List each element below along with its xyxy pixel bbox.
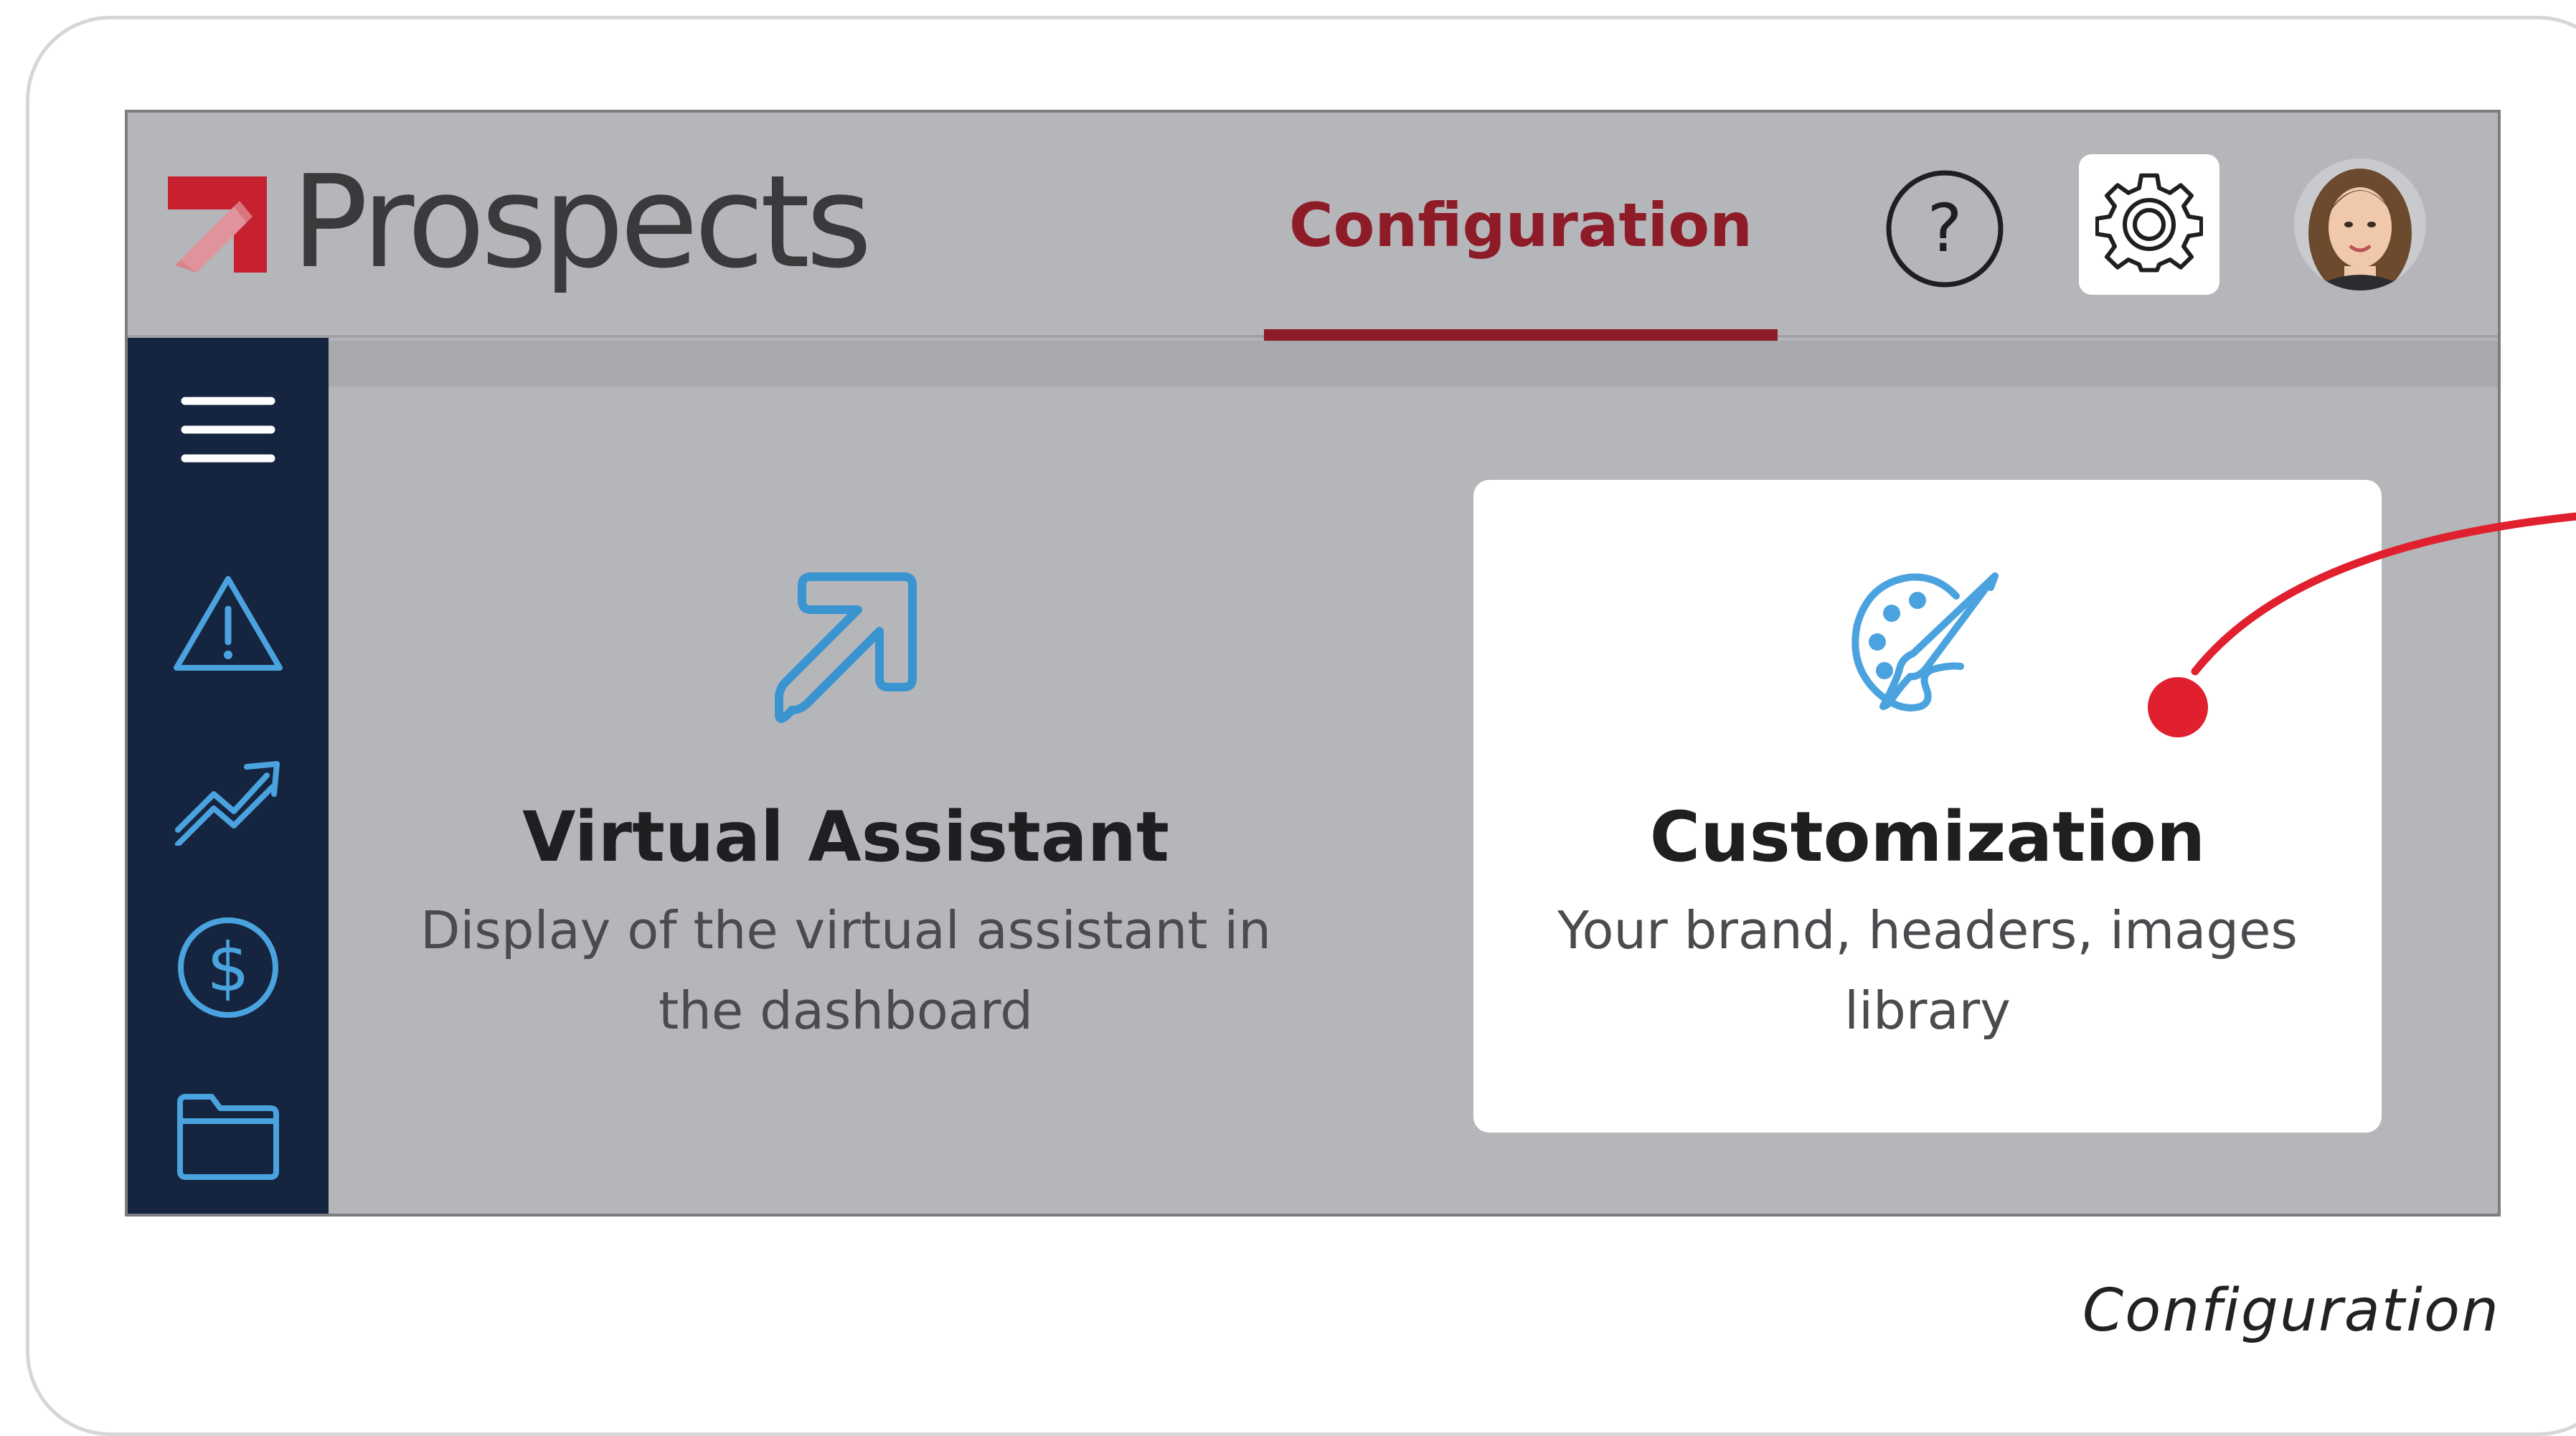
warning-icon [174,576,283,671]
card-title: Virtual Assistant [522,797,1169,877]
help-icon: ? [1886,170,2004,288]
dollar-icon: $ [178,917,278,1018]
figure-caption: Configuration [2082,1277,2500,1345]
help-button[interactable]: ? [1882,166,2007,291]
trending-up-icon [175,761,280,846]
sidebar-item-billing[interactable]: $ [172,912,284,1024]
gear-icon [2095,173,2203,273]
card-customization[interactable]: Customization Your brand, headers, image… [1473,480,2382,1133]
arrow-up-right-icon [775,572,917,723]
app-logo-text: Prospects [291,148,872,296]
sidebar: $ [128,338,329,1214]
settings-button[interactable] [2079,154,2219,295]
top-header: Prospects Configuration ? [128,113,2498,341]
card-description: Your brand, headers, images library [1557,899,2298,1041]
menu-icon [181,397,275,463]
help-icon-glyph: ? [1928,190,1963,267]
sidebar-item-menu[interactable] [172,374,284,486]
avatar-image [2294,159,2426,290]
card-title: Customization [1649,797,2206,877]
palette-icon [1851,572,1999,712]
folder-icon [177,1094,279,1180]
card-virtual-assistant[interactable]: Virtual Assistant Display of the virtual… [372,480,1320,1133]
card-description: Display of the virtual assistant in the … [420,899,1272,1041]
prospects-logo-icon [168,176,267,273]
sidebar-item-files[interactable] [172,1081,284,1193]
tab-configuration[interactable]: Configuration [1264,113,1778,341]
sidebar-item-analytics[interactable] [172,740,284,851]
user-avatar[interactable] [2294,159,2426,290]
card-icon-wrap [752,552,939,738]
content-top-band [329,341,2498,387]
sidebar-item-alerts[interactable] [172,567,284,679]
app-window: Prospects Configuration ? $ Virtual Assi… [125,110,2501,1217]
card-icon-wrap [1834,552,2021,738]
app-logo[interactable]: Prospects [168,159,872,286]
svg-text:$: $ [207,929,250,1007]
